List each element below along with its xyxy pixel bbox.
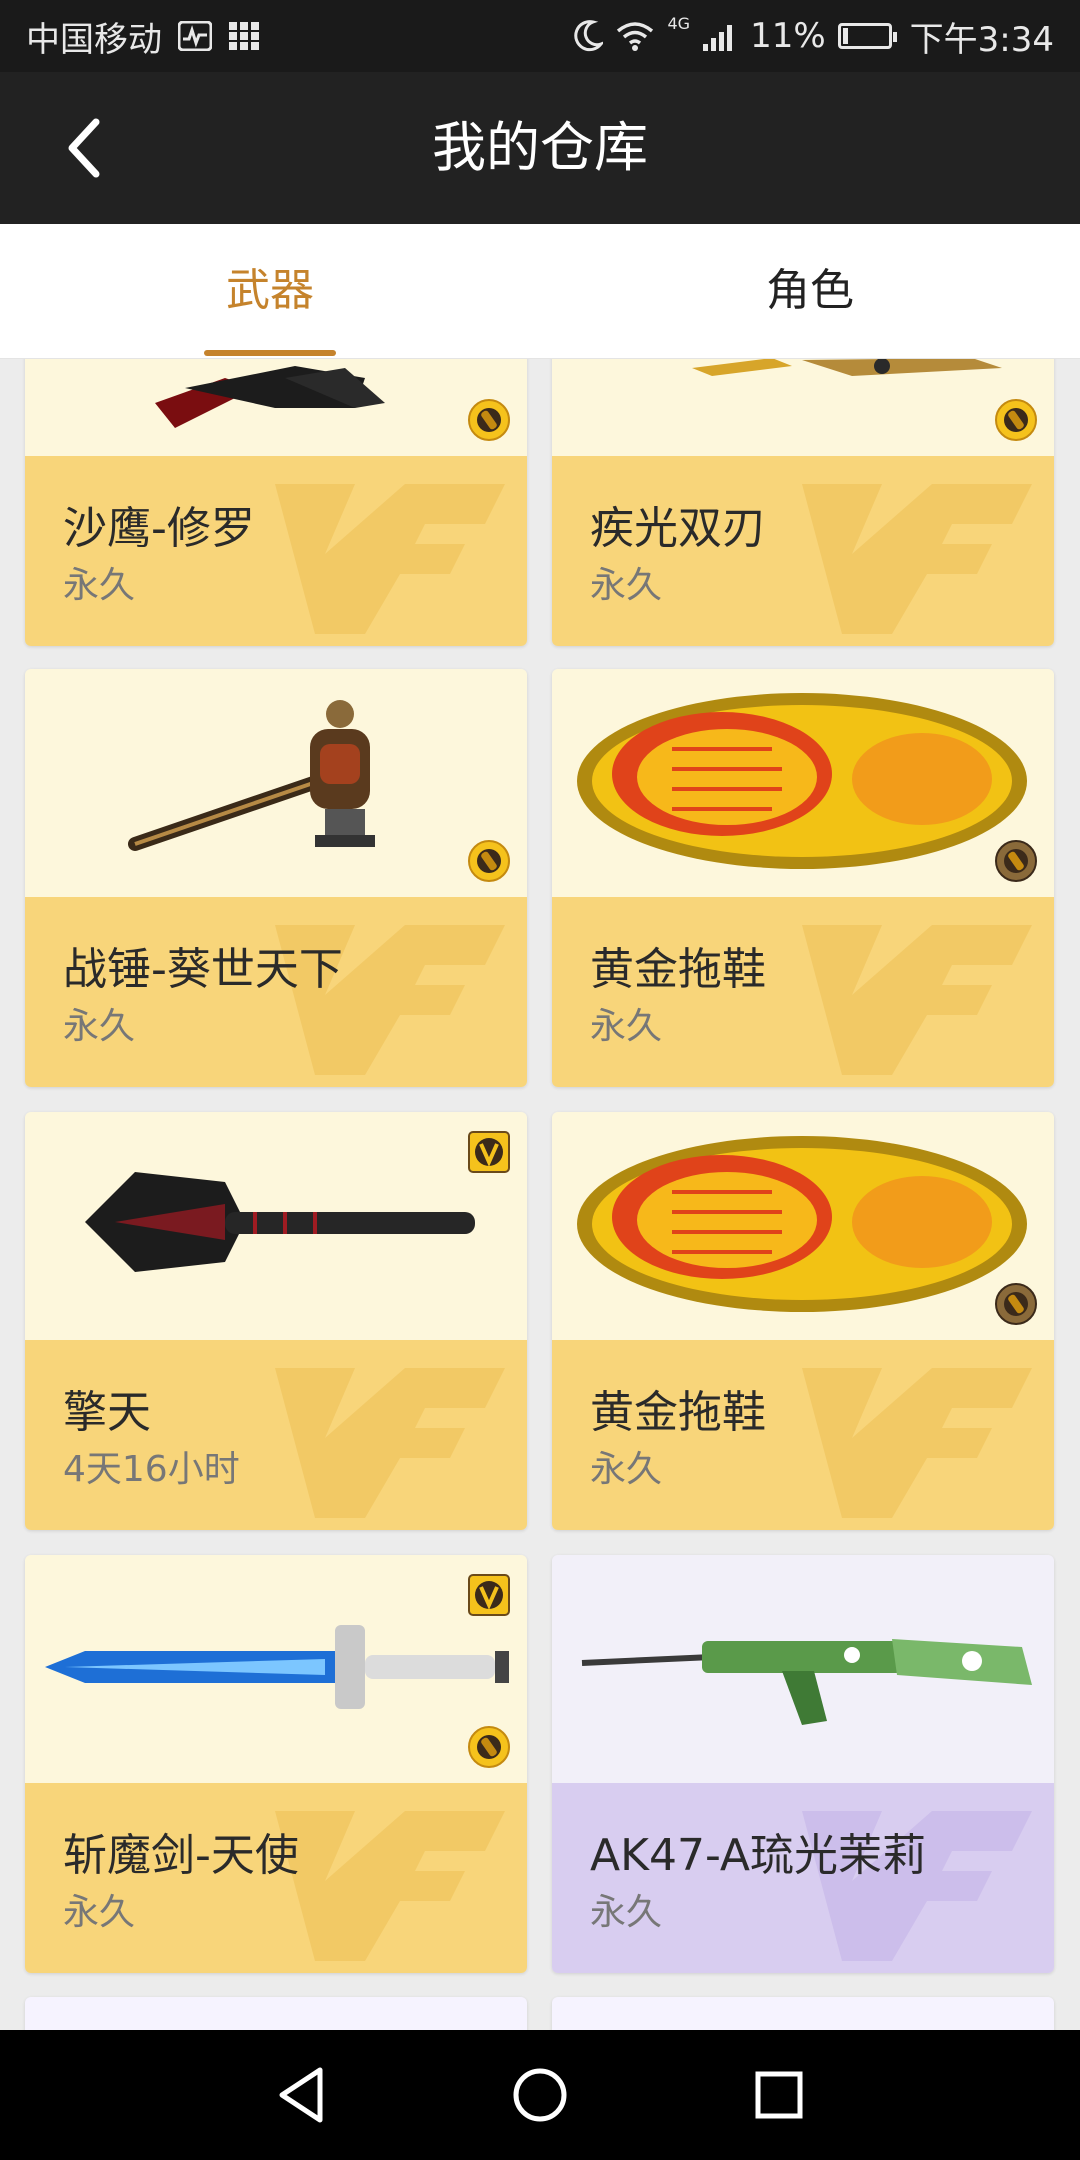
item-name: 战锤-葵世天下 [63,944,343,995]
coin-icon [468,840,510,882]
coin-icon [468,399,510,441]
item-name: 斩魔剑-天使 [63,1830,299,1881]
page-title: 我的仓库 [432,116,648,179]
coin-icon [468,1726,510,1768]
item-info: 战锤-葵世天下 永久 [25,897,527,1087]
activity-icon [178,21,212,51]
item-card[interactable]: 擎天 4天16小时 [25,1112,527,1530]
item-name: 黄金拖鞋 [590,1387,766,1438]
item-name: 沙鹰-修罗 [63,503,255,554]
cf-watermark-icon [802,484,1032,634]
tab-bar: 武器 角色 [0,224,1080,359]
item-card[interactable]: 黄金拖鞋 永久 [552,1112,1054,1530]
battery-percent: 11% [750,16,826,56]
warhammer-image [128,700,375,851]
item-duration: 永久 [63,1006,136,1047]
item-info: 沙鹰-修罗 永久 [25,456,527,646]
ak47-image [581,1639,1032,1725]
item-duration: 永久 [590,1449,663,1490]
item-image-area [25,669,527,897]
item-name: AK47-A琉光茉莉 [590,1830,926,1881]
item-image-area [25,1112,527,1340]
item-info: AK47-A琉光茉莉 永久 [552,1783,1054,1973]
tab-weapons[interactable]: 武器 [0,224,540,358]
v-badge-icon [468,1131,510,1173]
system-nav-bar [0,2030,1080,2160]
battery-icon [837,23,897,49]
nav-back-icon[interactable] [268,2060,338,2130]
cf-watermark-icon [275,1368,505,1518]
blade-image [692,359,1002,376]
item-card-partial[interactable] [552,1997,1054,2030]
coin-icon [995,399,1037,441]
item-duration: 永久 [590,1892,663,1933]
carrier-label: 中国移动 [26,19,162,60]
cf-watermark-icon [275,484,505,634]
item-card[interactable]: 战锤-葵世天下 永久 [25,669,527,1087]
item-duration: 4天16小时 [63,1449,240,1490]
status-left: 中国移动 [26,0,260,72]
item-duration: 永久 [63,565,136,606]
cf-watermark-icon [802,1368,1032,1518]
item-duration: 永久 [590,1006,663,1047]
item-name: 疾光双刃 [590,503,766,554]
item-duration: 永久 [63,1892,136,1933]
pistol-image [155,366,385,428]
v-badge-icon [468,1574,510,1616]
shovel-image [85,1172,475,1272]
signal-icon [703,25,733,51]
item-info: 疾光双刃 永久 [552,456,1054,646]
apps-grid-icon [229,22,259,50]
item-card[interactable]: AK47-A琉光茉莉 永久 [552,1555,1054,1973]
nav-home-icon[interactable] [505,2060,575,2130]
status-right: 4G 11% 下午3:34 [561,0,1054,72]
item-image-area [552,1555,1054,1783]
item-card[interactable]: 疾光双刃 永久 [552,359,1054,646]
active-tab-indicator [204,350,336,356]
status-bar: 中国移动 4G 11% 下午3:34 [0,0,1080,72]
tab-characters[interactable]: 角色 [540,224,1080,358]
item-info: 黄金拖鞋 永久 [552,1340,1054,1530]
battery-level [842,28,848,44]
nav-recents-icon[interactable] [744,2060,814,2130]
item-card-partial[interactable] [25,1997,527,2030]
item-name: 黄金拖鞋 [590,944,766,995]
item-info: 黄金拖鞋 永久 [552,897,1054,1087]
sword-image [45,1625,509,1709]
clock: 下午3:34 [909,19,1054,60]
golden-slipper-image [577,693,1027,869]
moon-icon [574,20,604,52]
golden-slipper-image [577,1136,1027,1312]
coin-icon [995,840,1037,882]
coin-icon [995,1283,1037,1325]
item-info: 擎天 4天16小时 [25,1340,527,1530]
item-image-area [552,669,1054,897]
item-image-area [552,359,1054,456]
item-card[interactable]: 黄金拖鞋 永久 [552,669,1054,1087]
item-card[interactable]: 斩魔剑-天使 永久 [25,1555,527,1973]
wifi-icon [617,22,654,51]
item-name: 擎天 [63,1387,151,1438]
item-image-area [25,1555,527,1783]
item-info: 斩魔剑-天使 永久 [25,1783,527,1973]
weapon-grid[interactable]: 沙鹰-修罗 永久 疾光双刃 永久 战锤-葵世天下 永久 黄金拖鞋 永久 擎天 4… [0,359,1080,2030]
item-image-area [552,1112,1054,1340]
network-type-label: 4G [667,14,691,33]
item-duration: 永久 [590,565,663,606]
item-card[interactable]: 沙鹰-修罗 永久 [25,359,527,646]
item-image-area [25,359,527,456]
app-header: 我的仓库 [0,72,1080,224]
cf-watermark-icon [802,925,1032,1075]
